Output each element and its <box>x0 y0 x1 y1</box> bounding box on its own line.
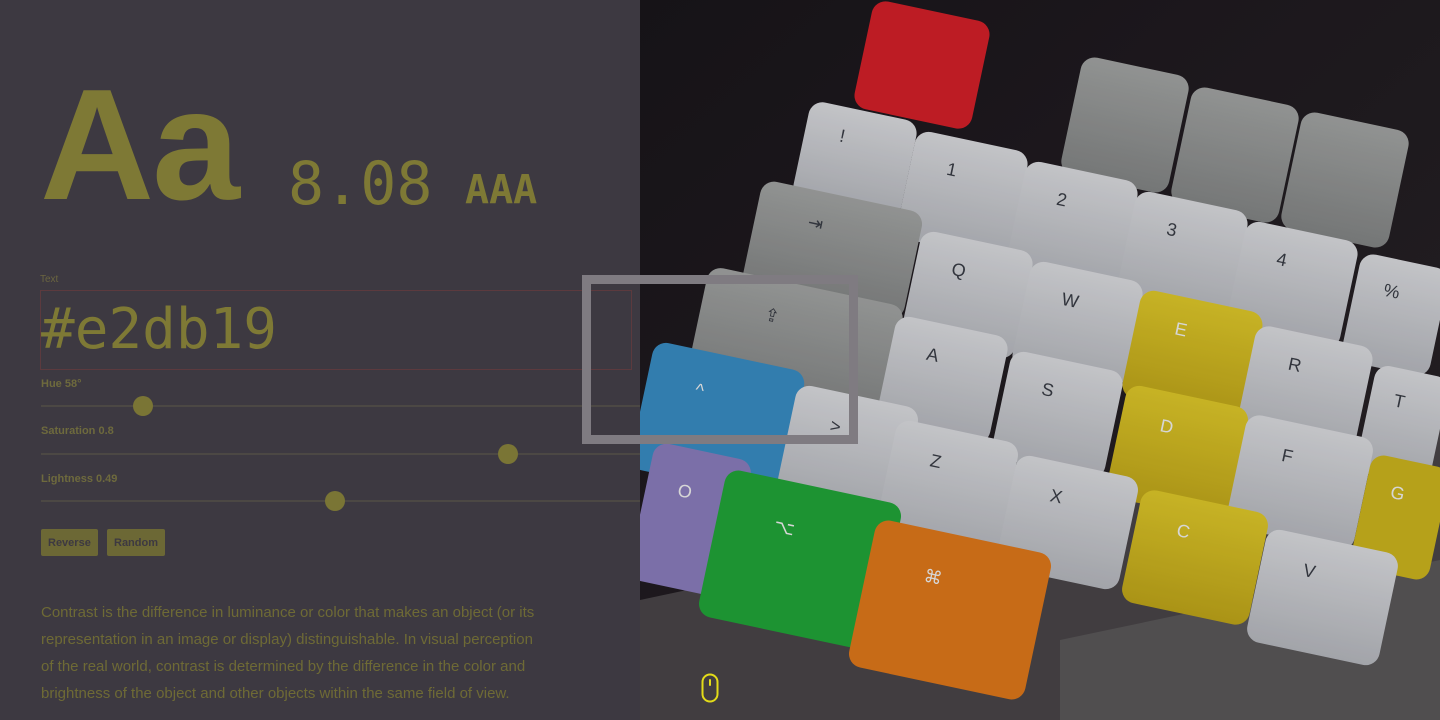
text-color-input[interactable] <box>40 290 632 370</box>
lightness-label: Lightness 0.49 <box>41 473 118 485</box>
contrast-description: Contrast is the difference in luminance … <box>41 604 535 702</box>
text-color-label: Text <box>40 274 59 285</box>
contrast-grade: AAA <box>465 167 538 213</box>
saturation-slider[interactable] <box>41 444 640 464</box>
magnifier-box[interactable] <box>582 275 858 444</box>
hue-slider[interactable] <box>41 396 640 416</box>
saturation-label: Saturation 0.8 <box>41 425 114 437</box>
hue-label: Hue 58° <box>41 378 82 390</box>
contrast-panel: Aa 8.08 AAA Text Hue 58° Saturation 0.8 … <box>0 0 640 720</box>
saturation-slider-thumb[interactable] <box>498 444 519 464</box>
contrast-ratio: 8.08 <box>288 149 433 219</box>
reverse-button[interactable]: Reverse <box>41 529 98 556</box>
random-button[interactable]: Random <box>107 529 165 556</box>
hue-slider-thumb[interactable] <box>132 396 153 416</box>
sample-text: Aa <box>40 57 240 233</box>
lightness-slider[interactable] <box>41 491 640 511</box>
mouse-scroll-icon[interactable] <box>701 673 719 703</box>
lightness-slider-thumb[interactable] <box>324 491 345 511</box>
